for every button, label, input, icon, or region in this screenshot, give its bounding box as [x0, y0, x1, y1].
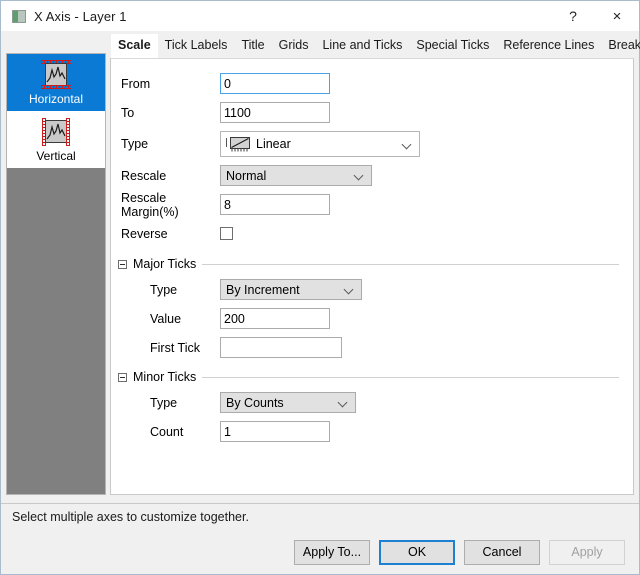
row-minor-count: Count [111, 417, 633, 446]
minor-type-label: Type [150, 395, 178, 410]
chevron-down-icon [345, 285, 354, 294]
title-bar: X Axis - Layer 1 ? × [1, 1, 639, 31]
chevron-down-icon [355, 171, 364, 180]
close-icon[interactable]: × [595, 1, 639, 31]
major-value-label: Value [150, 311, 182, 326]
minor-ticks-group-header: Minor Ticks [111, 366, 633, 388]
row-reverse: Reverse [111, 219, 633, 248]
sidebar-item-vertical[interactable]: Vertical [7, 111, 105, 168]
row-rescale: Rescale Normal [111, 161, 633, 190]
minor-type-value: By Counts [226, 395, 284, 410]
tab-breaks[interactable]: Breaks [601, 34, 640, 58]
axis-dialog-window: X Axis - Layer 1 ? × Horizontal Vertical… [0, 0, 640, 575]
horizontal-axis-icon [39, 60, 73, 90]
tab-special-ticks[interactable]: Special Ticks [409, 34, 496, 58]
rescale-combobox[interactable]: Normal [220, 165, 372, 186]
apply-button: Apply [549, 539, 625, 565]
major-ticks-title: Major Ticks [133, 257, 197, 271]
reverse-label: Reverse [121, 226, 168, 241]
tab-scale[interactable]: Scale [111, 34, 158, 58]
scale-type-value: Linear [256, 137, 291, 151]
from-input[interactable] [220, 73, 330, 94]
row-from: From [111, 69, 633, 98]
chevron-down-icon [339, 398, 348, 407]
scale-type-label: Type [121, 137, 149, 151]
major-type-combobox[interactable]: By Increment [220, 279, 362, 300]
vertical-axis-icon [39, 117, 73, 147]
row-major-value: Value [111, 304, 633, 333]
help-icon[interactable]: ? [551, 1, 595, 31]
minor-type-combobox[interactable]: By Counts [220, 392, 356, 413]
rescale-label: Rescale [121, 168, 167, 183]
tab-line-and-ticks[interactable]: Line and Ticks [315, 34, 409, 58]
to-label: To [121, 105, 135, 120]
rescale-value: Normal [226, 168, 267, 183]
tab-grids[interactable]: Grids [272, 34, 316, 58]
row-rescale-margin: Rescale Margin(%) [111, 190, 633, 219]
group-divider [202, 263, 619, 265]
sidebar-item-horizontal-label: Horizontal [28, 92, 84, 106]
row-to: To [111, 98, 633, 127]
tab-title[interactable]: Title [234, 34, 271, 58]
chevron-down-icon [403, 140, 412, 149]
minor-count-label: Count [150, 424, 184, 439]
group-divider [202, 376, 619, 378]
row-first-tick: First Tick [111, 333, 633, 362]
tab-reference-lines[interactable]: Reference Lines [496, 34, 601, 58]
scale-form: From To Type [111, 59, 633, 494]
row-scale-type: Type Linear [111, 127, 633, 161]
major-type-label: Type [150, 282, 178, 297]
tab-strip: Scale Tick Labels Title Grids Line and T… [110, 33, 640, 58]
major-type-value: By Increment [226, 282, 300, 297]
major-value-input[interactable] [220, 308, 330, 329]
collapse-minus-icon[interactable] [118, 372, 127, 382]
row-major-type: Type By Increment [111, 275, 633, 304]
dialog-button-bar: Apply To... OK Cancel Apply [1, 530, 639, 574]
axis-list-sidebar: Horizontal Vertical [6, 53, 106, 495]
linear-scale-icon [226, 136, 252, 152]
status-message: Select multiple axes to customize togeth… [12, 510, 249, 524]
from-label: From [121, 76, 151, 91]
to-input[interactable] [220, 102, 330, 123]
sidebar-item-vertical-label: Vertical [36, 149, 76, 163]
minor-ticks-title: Minor Ticks [133, 370, 197, 384]
scale-tab-page: From To Type [110, 58, 634, 495]
reverse-checkbox[interactable] [220, 227, 233, 240]
first-tick-label: First Tick [150, 340, 200, 355]
title-bar-buttons: ? × [551, 1, 639, 31]
apply-to-button[interactable]: Apply To... [294, 539, 370, 565]
dialog-body: Horizontal Vertical Scale Tick Labels Ti… [1, 31, 640, 503]
tab-tick-labels[interactable]: Tick Labels [158, 34, 235, 58]
rescale-margin-label: Rescale Margin(%) [121, 190, 179, 219]
row-minor-type: Type By Counts [111, 388, 633, 417]
window-title: X Axis - Layer 1 [34, 8, 127, 24]
tab-panel: Scale Tick Labels Title Grids Line and T… [110, 33, 640, 495]
major-ticks-group-header: Major Ticks [111, 253, 633, 275]
sidebar-empty-area [7, 168, 105, 494]
collapse-minus-icon[interactable] [118, 259, 127, 269]
ok-button[interactable]: OK [379, 539, 455, 565]
scale-type-combobox[interactable]: Linear [220, 131, 420, 157]
sidebar-item-horizontal[interactable]: Horizontal [7, 54, 105, 111]
rescale-margin-input[interactable] [220, 194, 330, 215]
minor-count-input[interactable] [220, 421, 330, 442]
cancel-button[interactable]: Cancel [464, 539, 540, 565]
status-bar: Select multiple axes to customize togeth… [1, 503, 639, 530]
axis-dialog-icon [12, 9, 26, 23]
first-tick-input[interactable] [220, 337, 342, 358]
